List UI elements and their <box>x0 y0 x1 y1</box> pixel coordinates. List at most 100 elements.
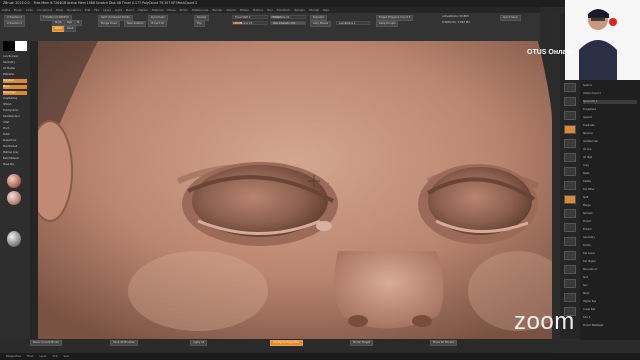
shelf-button-zoom[interactable] <box>564 125 576 134</box>
subtool-item-higher-res[interactable]: Higher Res <box>583 300 637 304</box>
left-item-claybuildup[interactable]: ClayBuildup <box>3 97 27 101</box>
subtool-item-divide[interactable]: Divide <box>583 244 637 248</box>
subtool-item-polysphere[interactable]: Polysphere <box>583 108 637 112</box>
left-item-polish[interactable]: Polish <box>3 133 27 137</box>
bottom-button-configure-properties[interactable]: Configure Properties <box>270 340 303 346</box>
subtool-item-smt[interactable]: Smt <box>583 276 637 280</box>
left-item-damstandard[interactable]: DamStandard <box>3 115 27 119</box>
status-lsym[interactable]: Lsym <box>39 355 46 358</box>
bottom-button-save-all-brushes[interactable]: Save All Brushes <box>110 340 138 346</box>
flip-button[interactable]: Flip <box>194 21 205 27</box>
subtool-item-all-high[interactable]: All High <box>583 156 637 160</box>
shelf-button-move[interactable] <box>564 223 576 232</box>
alpha-brush-icon[interactable] <box>7 231 21 247</box>
subtool-item-autoreorder[interactable]: AutoReorder <box>583 140 637 144</box>
subtool-item-rename[interactable]: Rename <box>583 132 637 136</box>
subtool-item-paste[interactable]: Paste <box>583 172 637 176</box>
zadd-button[interactable]: Zadd <box>52 26 65 32</box>
subtool-item-project-basrelief[interactable]: Project BasRelief <box>583 324 637 328</box>
project-all-button[interactable]: Project All <box>148 21 167 27</box>
bottom-button-morph-target[interactable]: Morph Target <box>350 340 374 346</box>
left-item-standard[interactable]: Standard <box>3 79 27 83</box>
shelf-button-solo[interactable] <box>564 293 576 302</box>
subtool-item-extract[interactable]: Extract <box>583 228 637 232</box>
left-item-live-boolean[interactable]: Live Boolean <box>3 55 27 59</box>
subtool-item-suv[interactable]: Suv <box>583 284 637 288</box>
subtool-item-del-other[interactable]: Del Other <box>583 188 637 192</box>
shelf-button-scale[interactable] <box>564 237 576 246</box>
subtool-item-delete[interactable]: Delete <box>583 180 637 184</box>
keep-groups-button[interactable]: Keep Groups <box>376 21 399 27</box>
subtool-item-append[interactable]: Append <box>583 116 637 120</box>
shelf-button-local[interactable] <box>564 195 576 204</box>
subtool-item-merge[interactable]: Merge <box>583 204 637 208</box>
shelf-button-rotate[interactable] <box>564 251 576 260</box>
bottom-button-move-all-morphs[interactable]: Move All Morphs <box>430 340 458 346</box>
subtool-item-del-lower[interactable]: Del Lower <box>583 252 637 256</box>
material-preview-matcap[interactable] <box>7 191 21 205</box>
left-item-move-topo[interactable]: Move Topo <box>3 91 27 95</box>
left-item-basicmaterial[interactable]: BasicMaterial <box>3 157 27 161</box>
subtool-item-reuv[interactable]: ReUV <box>583 292 637 296</box>
left-item-geometry[interactable]: Geometry <box>3 61 27 65</box>
left-item-zmodeler[interactable]: ZModeler <box>3 73 27 77</box>
left-item-pinch[interactable]: Pinch <box>3 127 27 131</box>
lazy-mouse-button[interactable]: Lazy Mouse <box>310 21 332 27</box>
canvas-viewport[interactable] <box>38 41 552 339</box>
shelf-button-frame[interactable] <box>564 209 576 218</box>
rgb-intensity-slider[interactable]: Rgb Intensity 100 <box>270 21 306 25</box>
subtool-item-sdiv-6[interactable]: Sdiv 6 <box>583 316 637 320</box>
lazy-radius-slider[interactable]: LazyRadius 1 <box>336 21 370 25</box>
quick-save-button[interactable]: Quick Save <box>500 15 521 21</box>
left-item-trimdynamic[interactable]: TrimDynamic <box>3 109 27 113</box>
new-subtool-button[interactable]: New Subtool <box>124 21 147 27</box>
merge-down-button[interactable]: Merge Down <box>98 21 121 27</box>
subtool-item-geometry[interactable]: Geometry <box>583 236 637 240</box>
left-item-uv-master[interactable]: UV Master <box>3 67 27 71</box>
shelf-button-scroll[interactable] <box>564 111 576 120</box>
draw-size-slider[interactable]: Draw Size 64 <box>270 15 306 19</box>
right-scroll-strip[interactable] <box>552 13 560 339</box>
status-xyz[interactable]: XYZ <box>52 355 57 358</box>
subtool-item-copy[interactable]: Copy <box>583 164 637 168</box>
secondary-color-swatch[interactable] <box>15 41 27 51</box>
subtool-item-visible-count-2[interactable]: Visible Count 2 <box>583 92 637 96</box>
status-floor[interactable]: Floor <box>27 355 33 358</box>
shelf-button-spix-3[interactable] <box>564 97 576 106</box>
z-intensity-slider[interactable]: Z Intensity 25 <box>232 21 268 25</box>
shelf-button-persp[interactable] <box>564 167 576 176</box>
subtool-item-del-higher[interactable]: Del Higher <box>583 260 637 264</box>
zsub-button[interactable]: Zsub <box>64 26 77 32</box>
subtool-item-sphere3d-1[interactable]: Sphere3D_1 <box>583 100 637 104</box>
left-item-move[interactable]: Move <box>3 85 27 89</box>
subtool-item-subtool[interactable]: Subtool <box>583 84 637 88</box>
bottom-button-store-current-brush[interactable]: Store Current Brush <box>30 340 62 346</box>
shelf-button-actual[interactable] <box>564 139 576 148</box>
left-item-skinshade4[interactable]: SkinShade4 <box>3 145 27 149</box>
left-item-matcap-gray[interactable]: MatCap Gray <box>3 151 27 155</box>
shelf-button-transp[interactable] <box>564 265 576 274</box>
status-perspective[interactable]: Perspective <box>6 355 21 358</box>
subtool-item-split[interactable]: Split <box>583 196 637 200</box>
z-position-field[interactable]: Z Position 0 <box>4 21 26 27</box>
shelf-button-floor[interactable] <box>564 181 576 190</box>
left-item-mask-pen[interactable]: Mask Pen <box>3 163 27 167</box>
material-preview-skin[interactable] <box>7 174 21 188</box>
bottom-button-apply-all[interactable]: Apply all <box>190 340 208 346</box>
left-item-hpolish[interactable]: hPolish <box>3 103 27 107</box>
subtool-item-project[interactable]: Project <box>583 220 637 224</box>
left-item-inflat[interactable]: Inflat <box>3 121 27 125</box>
subtool-item-reconstruct[interactable]: Reconstruct <box>583 268 637 272</box>
shelf-button-bpr[interactable] <box>564 83 576 92</box>
subtool-item-all-low[interactable]: All Low <box>583 148 637 152</box>
subtool-item-remesh[interactable]: Remesh <box>583 212 637 216</box>
shelf-button-aahalf[interactable] <box>564 153 576 162</box>
focal-shift-slider[interactable]: Focal Shift 0 <box>232 15 268 19</box>
left-item-snakehook[interactable]: SnakeHook <box>3 139 27 143</box>
status-solo[interactable]: Solo <box>63 355 69 358</box>
subtool-item-duplicate[interactable]: Duplicate <box>583 124 637 128</box>
subtool-item-lower-res[interactable]: Lower Res <box>583 308 637 312</box>
presenter-video <box>565 0 640 80</box>
primary-color-swatch[interactable] <box>3 41 15 51</box>
shelf-button-ghost[interactable] <box>564 279 576 288</box>
